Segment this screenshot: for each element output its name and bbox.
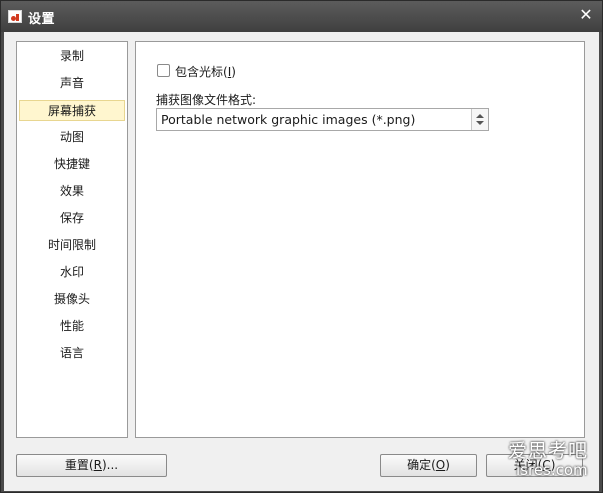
image-format-value: Portable network graphic images (*.png) (161, 112, 416, 127)
ok-button[interactable]: 确定(O) (380, 454, 477, 477)
sidebar-item-language[interactable]: 语言 (19, 343, 125, 364)
sidebar-item-audio[interactable]: 声音 (19, 73, 125, 94)
ok-label-suffix: ) (445, 458, 450, 472)
arrow-down-icon[interactable] (476, 121, 484, 125)
sidebar-item-time-limit[interactable]: 时间限制 (19, 235, 125, 256)
include-cursor-label[interactable]: 包含光标(I) (175, 63, 236, 80)
reset-label-prefix: 重置( (64, 458, 94, 472)
image-format-select[interactable]: Portable network graphic images (*.png) (156, 108, 489, 131)
include-cursor-label-suffix: ) (231, 65, 236, 79)
sidebar-item-animation[interactable]: 动图 (19, 127, 125, 148)
spin-arrows-icon[interactable] (471, 109, 488, 130)
arrow-up-icon[interactable] (476, 114, 484, 118)
reset-label-suffix: )... (101, 458, 119, 472)
category-list[interactable]: 录制 声音 屏幕捕获 动图 快捷键 效果 保存 时间限制 水印 摄像头 性能 语… (16, 41, 128, 438)
window-title: 设置 (28, 12, 56, 27)
include-cursor-checkbox[interactable] (157, 64, 170, 77)
sidebar-item-webcam[interactable]: 摄像头 (19, 289, 125, 310)
sidebar-item-effects[interactable]: 效果 (19, 181, 125, 202)
app-icon (8, 10, 22, 23)
sidebar-item-watermark[interactable]: 水印 (19, 262, 125, 283)
reset-mnemonic: R (93, 458, 102, 472)
sidebar-item-screen-capture[interactable]: 屏幕捕获 (19, 100, 125, 121)
sidebar-item-save[interactable]: 保存 (19, 208, 125, 229)
sidebar-item-record[interactable]: 录制 (19, 46, 125, 67)
title-bar[interactable]: 设置 ✕ (1, 1, 602, 32)
ok-label-prefix: 确定( (407, 458, 436, 472)
sidebar-item-performance[interactable]: 性能 (19, 316, 125, 337)
dialog-body: 录制 声音 屏幕捕获 动图 快捷键 效果 保存 时间限制 水印 摄像头 性能 语… (4, 32, 599, 491)
app-icon-bar (16, 14, 19, 21)
ok-mnemonic: O (435, 458, 446, 472)
sidebar-item-hotkeys[interactable]: 快捷键 (19, 154, 125, 175)
watermark-text-cn: 爱思考吧 (508, 440, 589, 462)
watermark-text-en: isres.com (516, 461, 588, 479)
site-watermark: 爱思考吧 isres.com (508, 436, 600, 484)
settings-panel: 包含光标(I) 捕获图像文件格式: Portable network graph… (135, 41, 585, 438)
settings-window: 设置 ✕ 录制 声音 屏幕捕获 动图 快捷键 效果 保存 时间限制 水印 摄像头… (0, 0, 603, 493)
close-icon[interactable]: ✕ (577, 6, 595, 24)
reset-button[interactable]: 重置(R)... (16, 454, 167, 477)
image-format-label: 捕获图像文件格式: (156, 93, 257, 107)
include-cursor-label-prefix: 包含光标( (175, 65, 228, 79)
